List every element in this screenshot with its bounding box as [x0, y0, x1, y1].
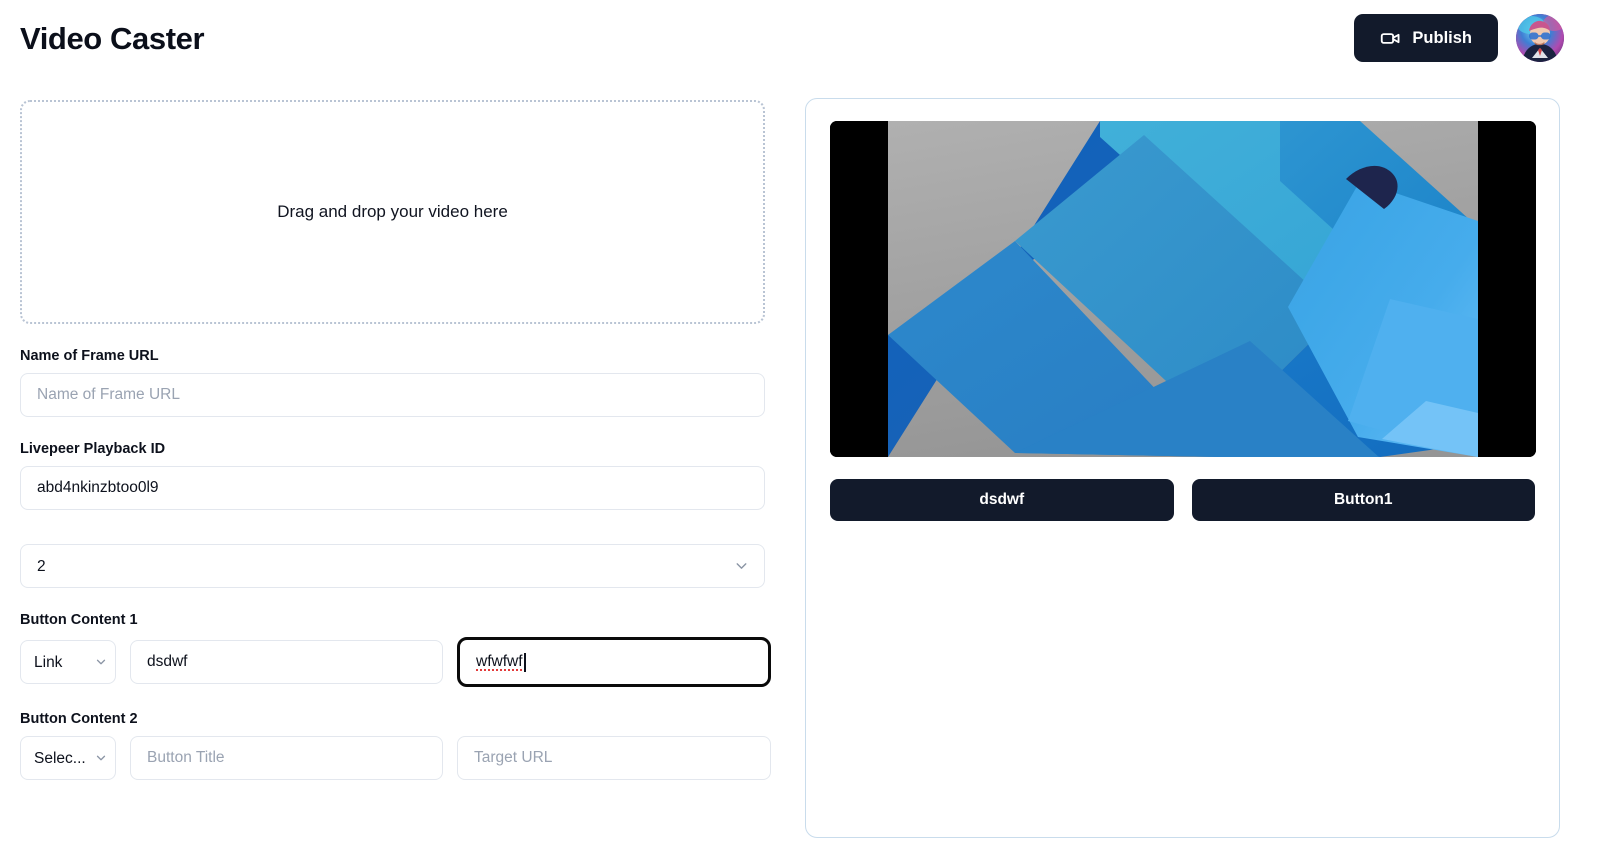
frame-url-label: Name of Frame URL — [20, 348, 159, 364]
button-2-title-input[interactable] — [130, 736, 443, 780]
main-content: Drag and drop your video here Name of Fr… — [0, 76, 1600, 865]
button-content-2-label: Button Content 2 — [20, 711, 138, 727]
preview-panel: dsdwf Button1 — [805, 98, 1560, 838]
playback-id-input[interactable] — [20, 466, 765, 510]
button-content-2-row: Selec... — [20, 736, 771, 780]
text-caret — [523, 652, 526, 672]
button-content-1-label: Button Content 1 — [20, 612, 138, 628]
preview-buttons: dsdwf Button1 — [830, 479, 1535, 521]
button-1-title-input[interactable] — [130, 640, 443, 684]
button-2-url-input[interactable] — [457, 736, 771, 780]
button-1-type-select[interactable]: Link — [20, 640, 116, 684]
publish-button-label: Publish — [1412, 28, 1472, 47]
frame-url-group: Name of Frame URL — [20, 348, 765, 417]
button-content-2-group: Button Content 2 Selec... — [20, 711, 771, 780]
playback-id-label: Livepeer Playback ID — [20, 441, 166, 457]
preview-button-2[interactable]: Button1 — [1191, 479, 1535, 521]
button-count-select[interactable]: 2 — [20, 544, 765, 588]
button-2-type-select[interactable]: Selec... — [20, 736, 116, 780]
button-content-1-row: Link wfwfwf — [20, 637, 771, 687]
video-camera-icon — [1380, 28, 1401, 49]
video-preview[interactable] — [830, 121, 1536, 457]
header-actions: Publish — [1354, 14, 1564, 62]
avatar[interactable] — [1516, 14, 1564, 62]
button-1-url-input[interactable]: wfwfwf — [457, 637, 771, 687]
frame-url-input[interactable] — [20, 373, 765, 417]
video-dropzone[interactable]: Drag and drop your video here — [20, 100, 765, 324]
button-count-select-wrap: 2 — [20, 544, 765, 588]
button-1-url-value: wfwfwf — [476, 653, 523, 670]
button-2-type-wrap: Selec... — [20, 736, 116, 780]
editor-form: Drag and drop your video here Name of Fr… — [20, 100, 771, 780]
playback-id-group: Livepeer Playback ID — [20, 441, 765, 510]
button-content-1-group: Button Content 1 Link wfwfwf — [20, 612, 771, 687]
app-header: Video Caster Publish — [0, 0, 1600, 76]
dropzone-label: Drag and drop your video here — [277, 202, 508, 221]
button-1-type-wrap: Link — [20, 640, 116, 684]
preview-button-1[interactable]: dsdwf — [830, 479, 1174, 521]
page-title: Video Caster — [20, 20, 205, 56]
publish-button[interactable]: Publish — [1354, 14, 1498, 62]
